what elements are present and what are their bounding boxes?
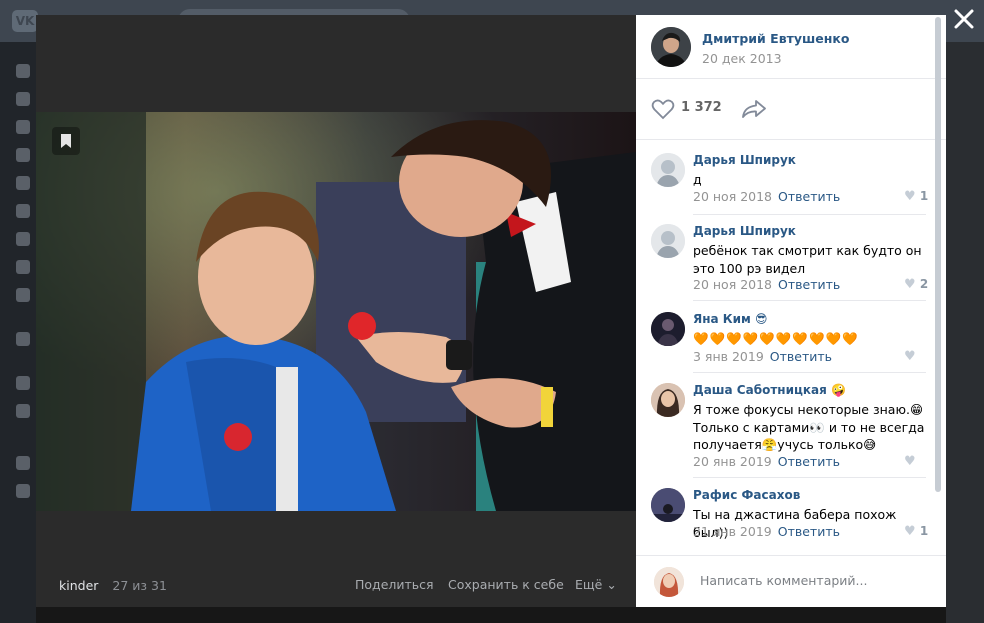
divider [693,372,926,373]
commenter-avatar[interactable] [651,153,685,187]
bookmark-icon[interactable] [52,127,80,155]
like-count: 1 372 [681,100,722,115]
commenter-name[interactable]: Дарья Шпирук [693,153,796,167]
viewer-bottom-bar: kinder 27 из 31 Поделиться Сохранить к с… [36,563,636,607]
album-link[interactable]: kinder [59,578,98,593]
photo-viewer: kinder 27 из 31 Поделиться Сохранить к с… [36,15,636,607]
comment-like[interactable]: ♥ 2 [904,277,928,292]
commenter-avatar[interactable] [651,488,685,522]
commenter-name[interactable]: Даша Саботницкая 🤪 [693,383,846,397]
comment-text: д [693,172,702,187]
comment-meta: 20 ноя 2018 Ответить [693,277,840,292]
comments-list: Дарья Шпирук д 20 ноя 2018 Ответить ♥ 1 Д… [636,141,946,555]
comment: Дарья Шпирук д 20 ноя 2018 Ответить ♥ 1 [636,153,946,215]
comment: Даша Саботницкая 🤪 Я тоже фокусы некотор… [636,383,946,478]
comment-like[interactable]: ♥ [904,349,916,364]
my-avatar[interactable] [654,567,684,597]
chevron-down-icon: ⌄ [606,577,617,592]
heart-icon: ♥ [904,524,916,539]
background-sidebar [0,42,36,623]
share-button[interactable]: Поделиться [355,577,434,592]
more-button[interactable]: Ещё ⌄ [575,577,617,592]
comment-meta: 20 янв 2019 Ответить [693,454,840,469]
photo-counter: 27 из 31 [112,577,167,593]
close-icon[interactable] [953,8,975,30]
photo [36,112,636,511]
commenter-avatar[interactable] [651,383,685,417]
reply-button[interactable]: Ответить [770,349,832,364]
commenter-avatar[interactable] [651,312,685,346]
comment-like[interactable]: ♥ 1 [904,189,928,204]
author-name[interactable]: Дмитрий Евтушенко [702,31,849,46]
post-actions: 1 372 [636,79,946,140]
divider [693,214,926,215]
heart-icon: ♥ [904,189,916,204]
divider [693,477,926,478]
vk-logo: VK [12,10,38,32]
comment: Дарья Шпирук ребёнок так смотрит как буд… [636,224,946,302]
comment-text: Я тоже фокусы некоторые знаю.😁 Только с … [693,402,925,452]
comment-meta: 21 янв 2019 Ответить [693,524,840,539]
comment-date[interactable]: 20 ноя 2018 [693,277,772,292]
comment-date[interactable]: 21 янв 2019 [693,524,772,539]
heart-icon: ♥ [904,277,916,292]
comment-date[interactable]: 20 ноя 2018 [693,189,772,204]
heart-icon: ♥ [904,454,916,469]
commenter-avatar[interactable] [651,224,685,258]
reply-button[interactable]: Ответить [778,189,840,204]
like-icon[interactable] [651,98,675,124]
comment-like[interactable]: ♥ 1 [904,524,928,539]
comment-like-count: 1 [919,189,929,203]
save-button[interactable]: Сохранить к себе [448,577,564,592]
scrollbar[interactable] [935,17,941,492]
commenter-name[interactable]: Дарья Шпирук [693,224,796,238]
reply-button[interactable]: Ответить [778,524,840,539]
comment-date[interactable]: 3 янв 2019 [693,349,764,364]
comment-input[interactable]: Написать комментарий... [700,573,867,588]
background-right-column [946,42,984,623]
comment: Яна Ким 😎 🧡🧡🧡🧡🧡🧡🧡🧡🧡🧡 3 янв 2019 Ответить … [636,312,946,373]
photo-info-panel: Дмитрий Евтушенко 20 дек 2013 1 372 Дарь… [636,15,946,607]
more-label: Ещё [575,577,603,592]
comment-meta: 3 янв 2019 Ответить [693,349,832,364]
comment: Рафис Фасахов Ты на джастина бабера похо… [636,488,946,550]
commenter-name[interactable]: Яна Ким 😎 [693,312,768,326]
post-header: Дмитрий Евтушенко 20 дек 2013 [636,15,946,79]
divider [693,300,926,301]
post-date[interactable]: 20 дек 2013 [702,51,782,66]
commenter-name[interactable]: Рафис Фасахов [693,488,800,502]
comment-like[interactable]: ♥ [904,454,916,469]
reply-button[interactable]: Ответить [778,454,840,469]
comment-composer: Написать комментарий... [636,555,946,607]
share-icon[interactable] [741,99,767,123]
author-avatar[interactable] [651,27,691,67]
comment-like-count: 2 [919,277,929,291]
heart-icon: ♥ [904,349,916,364]
comment-meta: 20 ноя 2018 Ответить [693,189,840,204]
comment-date[interactable]: 20 янв 2019 [693,454,772,469]
comment-like-count: 1 [919,524,929,538]
reply-button[interactable]: Ответить [778,277,840,292]
comment-text: 🧡🧡🧡🧡🧡🧡🧡🧡🧡🧡 [693,331,859,346]
comment-text: ребёнок так смотрит как будто он это 100… [693,243,922,276]
